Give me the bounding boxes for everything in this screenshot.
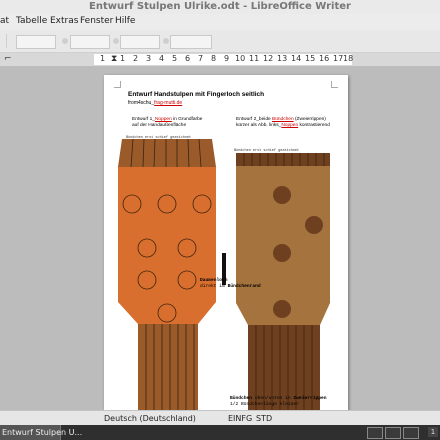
paragraph-style-box[interactable]: [16, 35, 56, 49]
document-heading: Entwurf Handstulpen mit Fingerloch seitl…: [128, 91, 265, 98]
design1-prefix: Entwurf 1_: [132, 117, 155, 122]
design1-caption: Entwurf 1_Noppen in Grundfarbe auf der H…: [132, 117, 202, 129]
design1-rest: in Grundfarbe: [171, 117, 203, 122]
crop-mark: [331, 81, 338, 88]
design2-line2-rest: kontrastierend: [298, 123, 330, 128]
crop-mark: [114, 81, 121, 88]
status-bar: Deutsch (Deutschland) EINFG STD: [0, 410, 440, 426]
ruler-tick: 15: [305, 54, 316, 63]
taskbar-item-writer[interactable]: Entwurf Stulpen U...: [0, 425, 82, 440]
design1-link: Noppen: [154, 117, 172, 122]
ruler-tick: 17: [333, 54, 344, 63]
mitten-design-1: [118, 138, 216, 410]
bottom-note-mid: oben/unten in: [252, 396, 294, 401]
ruler-tick: 1: [100, 54, 106, 63]
toolbar-separator: [6, 34, 7, 48]
menu-format[interactable]: at: [0, 16, 9, 26]
design2-rest: (Zweierrippen): [293, 117, 326, 122]
bottom-note-bold2: Zweierrippen: [293, 396, 327, 401]
taskbar: Entwurf Stulpen U... 1: [0, 425, 440, 440]
document-page[interactable]: Entwurf Handstulpen mit Fingerloch seitl…: [104, 75, 348, 410]
ruler-tick: 4: [159, 54, 165, 63]
ruler-tick: 10: [235, 54, 246, 63]
design1-line2: auf der Handaußenfläche: [132, 123, 187, 128]
taskbar-slot[interactable]: [403, 427, 419, 439]
toolbar-icon[interactable]: [163, 38, 169, 44]
ruler-tick: 9: [224, 54, 230, 63]
toolbar-icon[interactable]: [62, 38, 68, 44]
menu-extras[interactable]: Extras: [50, 16, 78, 26]
ruler-tick: 5: [172, 54, 178, 63]
taskbar-slot[interactable]: [367, 427, 383, 439]
title-bar: Entwurf Stulpen Ulrike.odt - LibreOffice…: [0, 0, 440, 15]
source-prefix: from4schu_: [128, 100, 155, 106]
thumb-note-prefix: direkt im: [200, 283, 225, 289]
ruler-tick: 8: [211, 54, 217, 63]
window-title: Entwurf Stulpen Ulrike.odt - LibreOffice…: [89, 1, 351, 12]
design2-prefix: Entwurf 2_beide: [236, 117, 273, 122]
thumb-hole-label: Daumenloch: [200, 278, 228, 283]
font-name-box[interactable]: [70, 35, 110, 49]
thumb-note-bold: Bündchenrand: [227, 283, 261, 289]
document-workspace[interactable]: Entwurf Handstulpen mit Fingerloch seitl…: [0, 67, 440, 410]
toolbar-box[interactable]: [170, 35, 212, 49]
thumb-hole-note: Daumenloch direkt im Bündchenrand: [200, 278, 261, 289]
tab-stop-icon[interactable]: ⌐: [4, 54, 12, 64]
design2-link: Bündchen: [272, 117, 294, 122]
formatting-toolbar: [0, 30, 440, 53]
ruler-tick: 3: [146, 54, 152, 63]
ruler-tick: 16: [319, 54, 330, 63]
bottom-note-bold1: Bündchen: [230, 396, 253, 401]
menu-hilfe[interactable]: Hilfe: [115, 16, 135, 26]
taskbar-slot[interactable]: [385, 427, 401, 439]
menu-tabelle[interactable]: Tabelle: [16, 16, 47, 26]
ruler-tick: 13: [277, 54, 288, 63]
horizontal-ruler[interactable]: ⌐ 1 ⧗ 1 2 3 4 5 6 7 8 9 10 11 12 13 14 1…: [0, 53, 440, 67]
workspace-switcher[interactable]: 1: [428, 427, 438, 437]
bottom-note-line2: 1/2 Bündchenlänge kleiner: [230, 401, 299, 407]
ruler-tick: 6: [185, 54, 191, 63]
menu-fenster[interactable]: Fenster: [80, 16, 113, 26]
font-size-box[interactable]: [120, 35, 160, 49]
ruler-tick: 12: [263, 54, 274, 63]
ruler-tick: 7: [198, 54, 204, 63]
ruler-tick: 1: [120, 54, 126, 63]
toolbar-icon[interactable]: [113, 38, 119, 44]
menu-bar: at Tabelle Extras Fenster Hilfe: [0, 14, 440, 30]
ruler-tick: 11: [249, 54, 260, 63]
mitten1-body: [118, 167, 216, 324]
ruler-tick: 18: [343, 54, 354, 63]
design2-line2-prefix: kürzer als Abb. links_: [236, 123, 282, 128]
design2-line2-link: Noppen: [281, 123, 299, 128]
status-language[interactable]: Deutsch (Deutschland): [104, 414, 196, 423]
mitten1-bottom-cuff: [138, 324, 198, 410]
ruler-tick: 2: [133, 54, 139, 63]
indent-marker-icon[interactable]: ⧗: [111, 54, 117, 64]
ruler-tick: 14: [291, 54, 302, 63]
taskbar-item-label: Entwurf Stulpen U...: [2, 428, 83, 437]
status-insert-mode[interactable]: EINFG: [228, 414, 252, 423]
bottom-note: Bündchen oben/unten in Zweierrippen 1/2 …: [230, 396, 327, 407]
status-selection-mode[interactable]: STD: [256, 414, 272, 423]
source-line: from4schu_frag-mutti.de: [128, 100, 182, 106]
design2-caption: Entwurf 2_beide Bündchen (Zweierrippen) …: [236, 117, 330, 129]
source-link[interactable]: frag-mutti.de: [154, 100, 182, 106]
